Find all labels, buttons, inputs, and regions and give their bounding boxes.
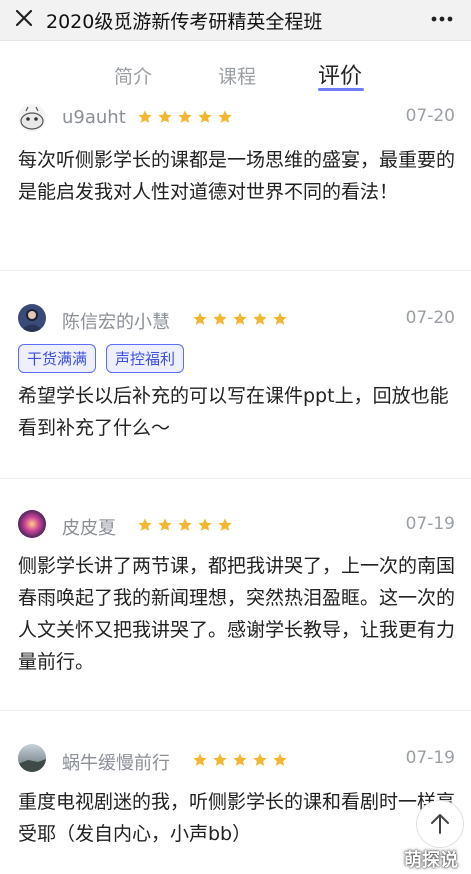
star-icon: [158, 518, 172, 531]
user-name: 蜗牛缓慢前行: [62, 753, 170, 774]
user-avatar[interactable]: [18, 510, 46, 538]
tab-intro[interactable]: 简介: [114, 62, 152, 89]
user-name: 皮皮夏: [62, 518, 116, 539]
tab-reviews[interactable]: 评价: [318, 58, 362, 90]
review-text: 希望学长以后补充的可以写在课件ppt上，回放也能看到补充了什么～: [18, 385, 449, 439]
star-icon: [193, 753, 207, 766]
divider: [0, 710, 471, 711]
review-tag: 声控福利: [106, 344, 185, 373]
star-rating: [192, 752, 288, 768]
review-date: 07-20: [405, 106, 455, 126]
star-icon: [213, 312, 227, 325]
star-icon: [193, 312, 207, 325]
star-icon: [198, 110, 212, 123]
star-icon: [138, 518, 152, 531]
review-date: 07-20: [405, 308, 455, 328]
star-icon: [138, 110, 152, 123]
star-icon: [273, 753, 287, 766]
user-avatar[interactable]: [18, 304, 46, 332]
star-icon: [178, 518, 192, 531]
scroll-top-button[interactable]: [416, 800, 464, 848]
star-icon: [218, 518, 232, 531]
review-tags: 干货满满 声控福利: [18, 344, 185, 373]
star-icon: [178, 110, 192, 123]
star-icon: [213, 753, 227, 766]
star-icon: [218, 110, 232, 123]
tab-course[interactable]: 课程: [218, 62, 256, 89]
user-avatar[interactable]: [18, 744, 46, 772]
star-icon: [233, 753, 247, 766]
divider: [0, 478, 471, 479]
page-title: 2020级觅游新传考研精英全程班: [46, 11, 323, 33]
star-icon: [253, 753, 267, 766]
star-icon: [158, 110, 172, 123]
user-avatar[interactable]: [18, 104, 46, 132]
close-icon[interactable]: [12, 6, 36, 30]
star-icon: [233, 312, 247, 325]
user-name: u9auht: [62, 107, 126, 128]
review-date: 07-19: [405, 748, 455, 768]
review-tag: 干货满满: [18, 344, 97, 373]
review-date: 07-19: [405, 514, 455, 534]
star-icon: [253, 312, 267, 325]
active-tab-indicator: [318, 88, 364, 91]
tab-bar: 简介 课程 评价: [0, 58, 471, 94]
more-icon[interactable]: [431, 16, 453, 22]
star-rating: [192, 311, 288, 327]
top-bar: 2020级觅游新传考研精英全程班: [0, 0, 471, 41]
watermark: 萌探说: [404, 850, 458, 871]
user-name: 陈信宏的小慧: [62, 312, 170, 333]
star-icon: [198, 518, 212, 531]
review-text: 侧影学长讲了两节课，都把我讲哭了，上一次的南国春雨唤起了我的新闻理想，突然热泪盈…: [18, 555, 456, 673]
divider: [0, 270, 471, 271]
arrow-up-icon: [431, 814, 449, 834]
star-rating: [137, 517, 233, 533]
star-rating: [137, 109, 233, 125]
review-text: 重度电视剧迷的我，听侧影学长的课和看剧时一样享受耶（发自内心，小声bb）: [18, 791, 456, 845]
star-icon: [273, 312, 287, 325]
review-text: 每次听侧影学长的课都是一场思维的盛宴，最重要的是能启发我对人性对道德对世界不同的…: [18, 149, 456, 203]
